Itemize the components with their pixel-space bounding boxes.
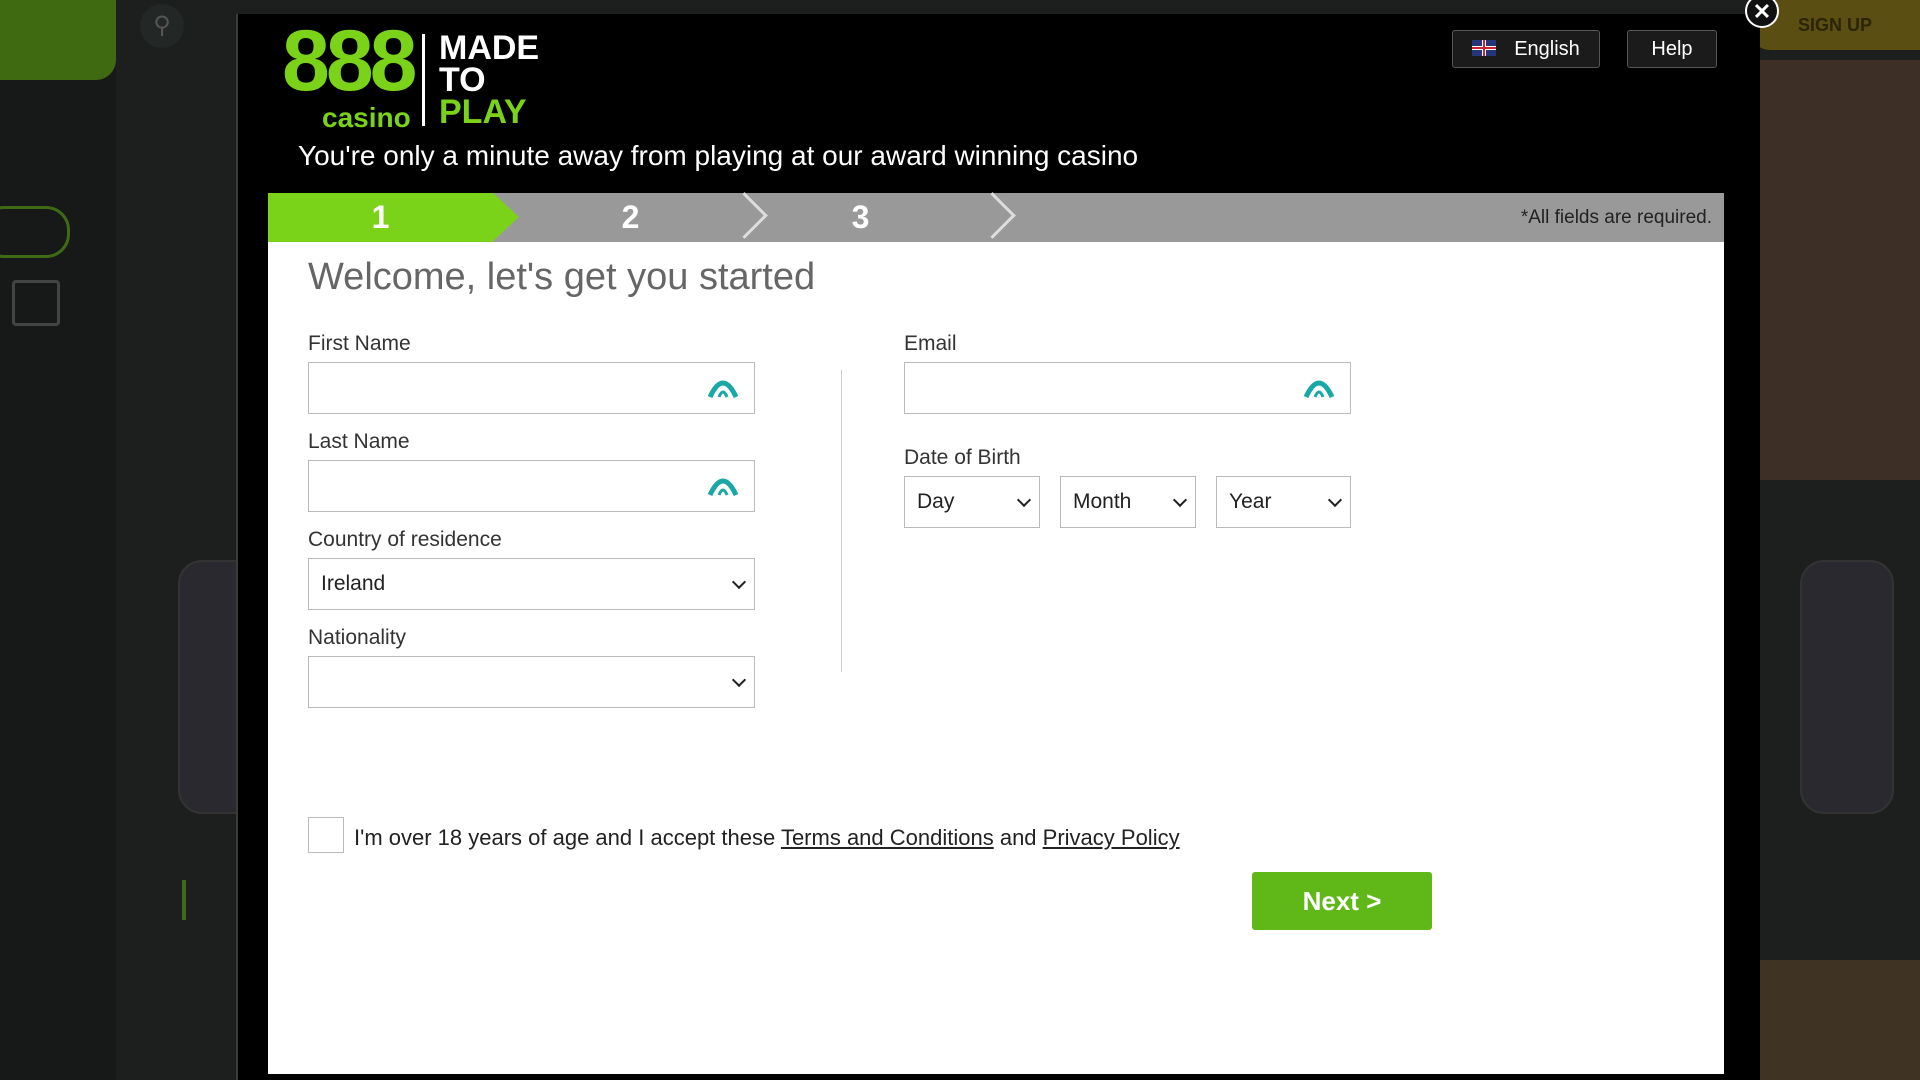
background-pill xyxy=(0,206,70,258)
language-button[interactable]: English xyxy=(1452,30,1600,68)
country-value: Ireland xyxy=(321,572,386,595)
first-name-label: First Name xyxy=(308,332,411,355)
step-1-arrow xyxy=(493,193,519,241)
chevron-right-icon xyxy=(969,192,1016,239)
gift-icon xyxy=(12,280,60,326)
nationality-select[interactable] xyxy=(308,656,755,708)
terms-and: and xyxy=(993,825,1043,850)
step-progress-bar: 1 2 3 *All fields are required. xyxy=(268,192,1724,242)
888-casino-logo: 888 casino MADE TO PLAY xyxy=(282,18,562,133)
dob-year-select[interactable]: Year xyxy=(1216,476,1351,528)
chevron-down-icon xyxy=(1327,492,1343,508)
step-2: 2 xyxy=(621,199,640,235)
chevron-down-icon xyxy=(1016,492,1032,508)
uk-flag-icon xyxy=(1472,40,1497,57)
language-label: English xyxy=(1514,38,1580,60)
last-name-input[interactable] xyxy=(309,461,679,513)
logo-slogan: MADE TO PLAY xyxy=(439,29,540,131)
form-heading: Welcome, let's get you started xyxy=(308,256,816,298)
dob-label: Date of Birth xyxy=(904,446,1021,469)
logo-to: TO xyxy=(439,61,486,99)
first-name-field[interactable] xyxy=(308,362,755,415)
chevron-down-icon xyxy=(731,574,747,590)
logo-casino-text: casino xyxy=(322,102,411,133)
help-button[interactable]: Help xyxy=(1627,30,1717,68)
background-sidebar xyxy=(0,0,116,1080)
terms-prefix: I'm over 18 years of age and I accept th… xyxy=(354,825,781,850)
search-icon: ⚲ xyxy=(140,4,184,48)
background-game-card xyxy=(1800,560,1894,814)
email-input[interactable] xyxy=(905,363,1275,415)
step-3: 3 xyxy=(851,199,870,235)
background-accent xyxy=(182,880,186,920)
step-1: 1 xyxy=(268,193,493,242)
background-promo-image xyxy=(1760,960,1920,1080)
tagline: You're only a minute away from playing a… xyxy=(298,140,1139,171)
autofill-icon xyxy=(708,478,738,497)
dob-day-value: Day xyxy=(917,490,955,513)
logo-divider xyxy=(422,34,425,126)
dob-day-select[interactable]: Day xyxy=(904,476,1040,528)
country-select[interactable]: Ireland xyxy=(308,558,755,610)
terms-text: I'm over 18 years of age and I accept th… xyxy=(354,825,1180,851)
email-label: Email xyxy=(904,332,957,355)
chevron-down-icon xyxy=(1172,492,1188,508)
last-name-label: Last Name xyxy=(308,430,410,453)
first-name-input[interactable] xyxy=(309,363,679,415)
country-label: Country of residence xyxy=(308,528,502,551)
dob-month-select[interactable]: Month xyxy=(1060,476,1196,528)
dob-month-value: Month xyxy=(1073,490,1132,513)
terms-link[interactable]: Terms and Conditions xyxy=(781,825,994,850)
last-name-field[interactable] xyxy=(308,460,755,513)
chevron-down-icon xyxy=(731,672,747,688)
column-divider xyxy=(841,370,842,672)
logo-number: 888 xyxy=(282,13,417,109)
required-note: *All fields are required. xyxy=(1520,207,1712,228)
autofill-icon xyxy=(708,380,738,399)
dob-year-value: Year xyxy=(1229,490,1272,513)
privacy-link[interactable]: Privacy Policy xyxy=(1043,825,1180,850)
email-field[interactable] xyxy=(904,362,1351,415)
logo-made: MADE xyxy=(439,29,540,67)
autofill-icon xyxy=(1304,380,1334,399)
age-terms-checkbox[interactable] xyxy=(308,817,344,853)
next-button[interactable]: Next > xyxy=(1252,872,1432,930)
background-promo-image xyxy=(1760,60,1920,480)
background-logo xyxy=(0,0,116,80)
form-panel: Welcome, let's get you started First Nam… xyxy=(268,242,1724,1074)
logo-play: PLAY xyxy=(439,93,527,131)
nationality-label: Nationality xyxy=(308,626,407,649)
